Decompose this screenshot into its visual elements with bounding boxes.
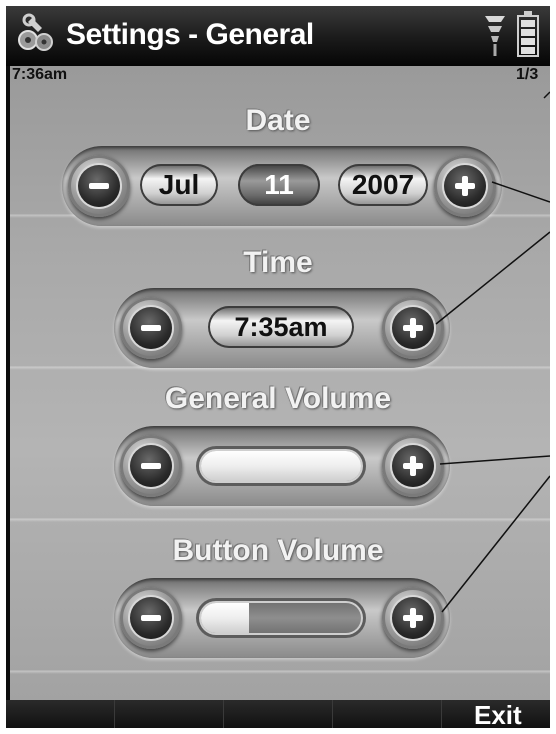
plus-icon [403,456,423,476]
signal-strength-icon [485,16,505,56]
page-title: Settings - General [66,18,314,51]
button-volume-increase-button[interactable] [382,587,444,649]
plus-icon [403,318,423,338]
general-volume-increase-button[interactable] [382,435,444,497]
date-increase-button[interactable] [434,155,496,217]
plus-icon [455,176,475,196]
minus-icon [141,463,161,469]
time-label: Time [243,246,313,279]
plus-icon [403,608,423,628]
general-volume-label: General Volume [164,382,392,415]
date-day-field[interactable]: 11 [238,164,320,206]
button-volume-slider[interactable] [196,598,366,638]
softkey-4[interactable] [333,700,442,728]
softkey-2[interactable] [115,700,224,728]
button-volume-fill [201,603,249,633]
time-value-field[interactable]: 7:35am [208,306,354,348]
page-indicator: 1/3 [516,66,539,83]
button-volume-decrease-button[interactable] [120,587,182,649]
general-volume-slider[interactable] [196,446,366,486]
device-screen: Settings - General 7:36am 1/3 Date Jul 1… [6,6,550,728]
softkey-1[interactable] [6,700,115,728]
minus-icon [141,325,161,331]
minus-icon [89,183,109,189]
status-clock: 7:36am [12,66,68,83]
settings-wrench-icon [18,13,53,51]
time-increase-button[interactable] [382,297,444,359]
date-month-field[interactable]: Jul [140,164,218,206]
softkey-bar [6,700,550,728]
minus-icon [141,615,161,621]
time-decrease-button[interactable] [120,297,182,359]
battery-icon [517,11,539,57]
date-year-field[interactable]: 2007 [338,164,428,206]
general-volume-decrease-button[interactable] [120,435,182,497]
title-bar: Settings - General [6,6,550,66]
softkey-3[interactable] [224,700,333,728]
exit-button[interactable]: Exit [474,700,522,728]
date-label: Date [245,104,311,137]
general-volume-fill [201,451,361,481]
button-volume-label: Button Volume [172,534,384,567]
date-decrease-button[interactable] [68,155,130,217]
